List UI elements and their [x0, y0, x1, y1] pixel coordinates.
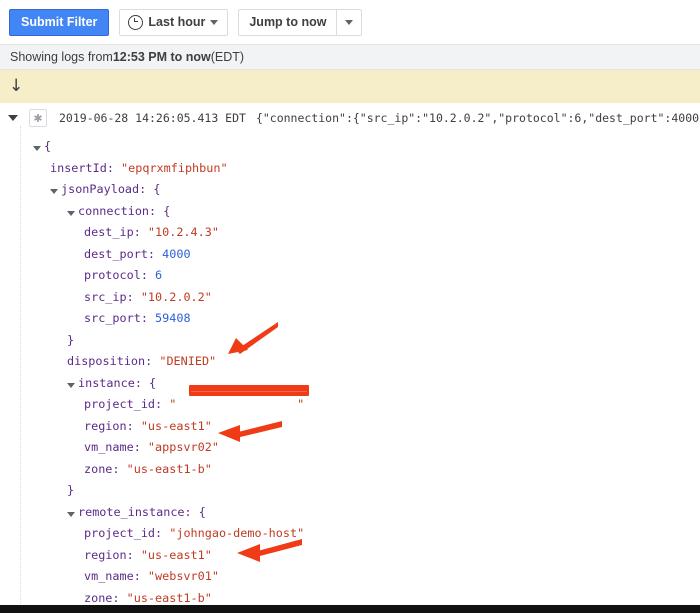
json-value: "us-east1" [140, 547, 212, 562]
json-key: remote_instance: [78, 504, 199, 519]
json-row: dest_port: 4000 [84, 244, 191, 266]
showing-logs-suffix: (EDT) [210, 50, 245, 64]
time-range-label: Last hour [148, 15, 206, 29]
json-key: dest_ip: [84, 225, 148, 239]
json-row: region: "us-east1" [84, 416, 212, 438]
json-key: connection: [78, 203, 164, 218]
json-value: "DENIED" [159, 354, 217, 368]
jump-to-now-group: Jump to now [238, 8, 363, 36]
json-row[interactable]: instance: { [67, 373, 156, 395]
json-row: } [67, 330, 74, 352]
json-value: 6 [155, 268, 163, 282]
json-value: "us-east1-b" [126, 590, 212, 605]
json-brace: { [44, 139, 52, 153]
log-entry-timestamp: 2019-06-28 14:26:05.413 EDT [59, 111, 246, 125]
json-key: region: [84, 418, 141, 433]
json-key: disposition: [67, 354, 160, 368]
json-row: src_ip: "10.2.0.2" [84, 287, 212, 309]
submit-filter-button[interactable]: Submit Filter [9, 8, 110, 36]
log-entry-summary: {"connection":{"src_ip":"10.2.0.2","prot… [255, 111, 700, 125]
json-row: region: "us-east1" [84, 545, 212, 567]
json-key: src_port: [84, 311, 156, 325]
indent-guide-line [20, 126, 21, 608]
triangle-down-icon[interactable] [50, 189, 58, 194]
json-key: zone: [84, 461, 127, 476]
json-key: vm_name: [84, 569, 148, 583]
asterisk-icon[interactable]: ✱ [29, 109, 47, 127]
json-value: "websvr01" [147, 569, 219, 583]
json-key: instance: [78, 375, 150, 390]
arrow-vm-name-appsvr02 [218, 421, 282, 442]
json-key: region: [84, 547, 141, 562]
bottom-bar [0, 605, 700, 613]
json-key: protocol: [84, 268, 156, 282]
json-value: " " [169, 397, 305, 411]
clock-icon [128, 14, 144, 30]
json-key: src_ip: [84, 289, 141, 304]
json-value: 4000 [162, 246, 191, 261]
json-key: jsonPayload: [61, 182, 154, 196]
triangle-down-icon[interactable] [33, 146, 41, 151]
jump-to-now-dropdown-button[interactable] [336, 8, 363, 36]
redaction-project-id [189, 385, 309, 396]
json-row: disposition: "DENIED" [67, 351, 216, 373]
chevron-down-icon [345, 19, 354, 25]
showing-logs-range: 12:53 PM to now [112, 50, 211, 64]
log-entry-header-row[interactable]: ✱ 2019-06-28 14:26:05.413 EDT {"connecti… [0, 107, 700, 129]
json-value: 59408 [155, 311, 191, 325]
arrow-disposition-denied [228, 322, 278, 354]
time-range-button[interactable]: Last hour [119, 8, 229, 36]
json-row: insertId: "epqrxmfiphbun" [50, 158, 228, 180]
jump-to-now-label: Jump to now [249, 15, 327, 29]
json-row: dest_ip: "10.2.4.3" [84, 222, 219, 244]
json-value: "johngao-demo-host" [169, 526, 305, 540]
json-row[interactable]: remote_instance: { [67, 502, 206, 524]
json-key: project_id: [84, 397, 170, 411]
chevron-down-icon [210, 19, 219, 25]
json-row: vm_name: "appsvr02" [84, 437, 219, 459]
json-value: "10.2.0.2" [140, 289, 212, 304]
triangle-down-icon[interactable] [67, 210, 75, 216]
json-value: "10.2.4.3" [147, 225, 219, 239]
triangle-down-icon[interactable] [67, 511, 75, 517]
json-key: insertId: [50, 160, 122, 175]
json-value: { [198, 504, 206, 519]
json-value: "us-east1-b" [126, 461, 212, 476]
json-value: { [163, 203, 171, 218]
toolbar: Submit Filter Last hour Jump to now [0, 0, 700, 44]
json-key: project_id: [84, 526, 170, 540]
json-row: src_port: 59408 [84, 308, 191, 330]
triangle-down-icon[interactable] [8, 115, 18, 121]
json-row: project_id: " " [84, 394, 304, 416]
json-key: dest_port: [84, 246, 163, 261]
showing-logs-bar: Showing logs from 12:53 PM to now (EDT) [0, 44, 700, 70]
json-brace: } [67, 483, 75, 497]
json-value: "epqrxmfiphbun" [121, 160, 228, 175]
showing-logs-prefix: Showing logs from [10, 50, 113, 64]
json-row[interactable]: connection: { [67, 201, 170, 223]
json-value: "us-east1" [140, 418, 212, 433]
triangle-down-icon[interactable] [67, 382, 75, 388]
json-row: zone: "us-east1-b" [84, 459, 212, 481]
json-row[interactable]: { [33, 136, 51, 158]
json-row: project_id: "johngao-demo-host" [84, 523, 304, 545]
json-row: } [67, 480, 74, 502]
json-key: vm_name: [84, 440, 148, 454]
json-row: protocol: 6 [84, 265, 162, 287]
json-value: { [153, 182, 161, 196]
json-value: "appsvr02" [147, 440, 219, 454]
arrow-down-icon[interactable]: ↓ [9, 78, 23, 95]
json-row[interactable]: jsonPayload: { [50, 179, 160, 201]
jump-to-now-button[interactable]: Jump to now [238, 8, 337, 36]
json-row: vm_name: "websvr01" [84, 566, 219, 588]
json-brace: } [67, 332, 75, 347]
json-value: { [149, 375, 157, 390]
json-key: zone: [84, 590, 127, 605]
log-entries-panel: ✱ 2019-06-28 14:26:05.413 EDT {"connecti… [0, 103, 700, 608]
scroll-to-newer-band[interactable]: ↓ [0, 70, 700, 103]
